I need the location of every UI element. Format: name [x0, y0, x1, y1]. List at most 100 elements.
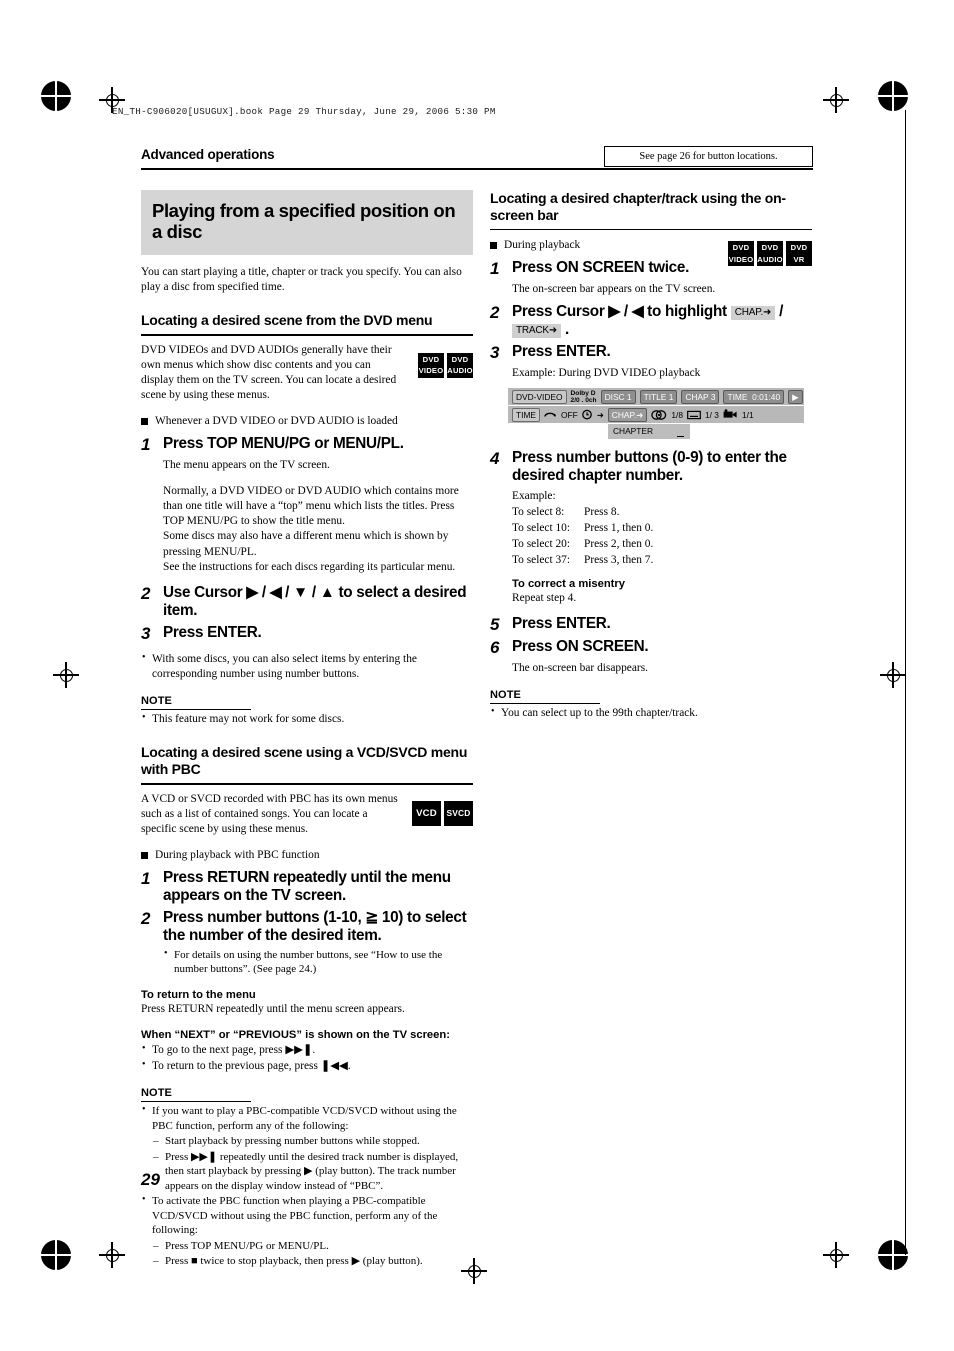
onscreen-bar-row-2: TIME OFF ➜ CHAP.➜ 1/8 1/ 3 1/1 — [508, 406, 804, 424]
step-1-body: The menu appears on the TV screen. — [163, 458, 330, 471]
repeat-state-label: OFF — [561, 409, 578, 420]
subheading-return-to-menu-text: Press RETURN repeatedly until the menu s… — [141, 1003, 405, 1015]
step-1-pbc: 1 Press RETURN repeatedly until the menu… — [141, 869, 473, 904]
time-cell[interactable]: TIME 0:01:40 — [723, 389, 785, 404]
step-text: Press ENTER. — [512, 343, 611, 361]
note-list-1: This feature may not work for some discs… — [141, 711, 473, 727]
list-subitem: Start playback by pressing number button… — [141, 1134, 473, 1149]
note-label-1: NOTE — [141, 695, 172, 708]
angle-icon — [723, 409, 738, 420]
section-heading-dvd-menu: Locating a desired scene from the DVD me… — [141, 312, 433, 329]
repeat-icon — [544, 410, 557, 420]
section1-bullet-list: With some discs, you can also select ite… — [141, 651, 473, 682]
onscreen-bar-figure: DVD-VIDEO Dolby D 2/0 . 0ch DISC 1 TITLE… — [508, 388, 804, 440]
trim-line-right — [905, 110, 907, 1255]
title-number-cell[interactable]: TITLE 1 — [639, 389, 678, 404]
step-3-body: Example: During DVD VIDEO playback — [512, 367, 701, 380]
disc-badges-vcd: VCD SVCD — [412, 800, 473, 826]
step-6-body: The on-screen bar disappears. — [512, 662, 648, 675]
registration-mark-bottom-right — [871, 1233, 915, 1277]
subheading-correct-misentry: To correct a misentry — [512, 577, 625, 590]
badge-dvd-vr: DVD VR — [786, 241, 812, 267]
angle-value: 1/1 — [741, 409, 754, 420]
step-2-onscreen: 2 Press Cursor ▶ / ◀ to highlight CHAP.➜… — [490, 303, 812, 338]
step-4-example-table: To select 8: Press 8. To select 10: Press … — [512, 504, 812, 569]
disc-number-cell[interactable]: DISC 1 — [600, 389, 636, 404]
play-arrow-icon: ▶ — [788, 389, 803, 404]
step-text: Press TOP MENU/PG or MENU/PL. — [163, 435, 404, 453]
square-bullet-icon — [141, 418, 148, 426]
audio-format-label: Dolby D 2/0 . 0ch — [570, 389, 597, 404]
step-number: 1 — [490, 259, 500, 279]
badge-vcd: VCD — [412, 800, 441, 826]
step-3-dvd-menu: 3 Press ENTER. — [141, 624, 473, 644]
registration-mark-top-right — [871, 74, 915, 118]
running-head: Advanced operations — [141, 147, 275, 162]
condition-line-2: During playback with PBC function — [141, 848, 473, 863]
list-item: To go to the next page, press ▶▶❚. — [141, 1042, 473, 1058]
correct-misentry-text: Repeat step 4. — [512, 591, 577, 604]
crop-mark-bottom-right — [823, 1242, 849, 1268]
list-subitem: Press TOP MENU/PG or MENU/PL. — [141, 1239, 473, 1254]
step-3-onscreen: 3 Press ENTER. — [490, 343, 812, 363]
clock-icon — [581, 409, 593, 420]
list-item: For details on using the number buttons,… — [163, 947, 473, 977]
step-number: 5 — [490, 614, 500, 634]
step-number: 1 — [141, 435, 151, 455]
next-previous-list: To go to the next page, press ▶▶❚. To re… — [141, 1042, 473, 1074]
badge-dvd-video: DVD VIDEO — [418, 352, 444, 378]
list-item: To activate the PBC function when playin… — [141, 1193, 473, 1238]
step-2-pbc: 2 Press number buttons (1-10, ≧ 10) to s… — [141, 909, 473, 944]
step-2-pbc-bullets: For details on using the number buttons,… — [163, 947, 473, 977]
step-text: Use Cursor ▶ / ◀ / ▼ / ▲ to select a des… — [163, 583, 467, 619]
note-rule — [141, 1100, 251, 1103]
crop-mark-top-right — [823, 87, 849, 113]
step-number: 3 — [141, 624, 151, 644]
list-item: If you want to play a PBC-compatible VCD… — [141, 1103, 473, 1133]
step-text: Press Cursor ▶ / ◀ to highlight CHAP.➜ /… — [512, 303, 812, 338]
subtitle-value: 1/ 3 — [704, 409, 719, 420]
crop-mark-right-middle — [880, 662, 906, 688]
step-4-example-label: Example: — [512, 489, 556, 502]
chapter-number-cell[interactable]: CHAP 3 — [681, 389, 720, 404]
condition-line-1: Whenever a DVD VIDEO or DVD AUDIO is loa… — [141, 414, 473, 429]
track-key-tag: TRACK➜ — [512, 323, 562, 338]
step-1-dvd-menu: 1 Press TOP MENU/PG or MENU/PL. — [141, 435, 473, 455]
step-5-onscreen: 5 Press ENTER. — [490, 615, 812, 635]
section-heading-onscreen-bar: Locating a desired chapter/track using t… — [490, 190, 786, 223]
disc-badges-dvd: DVD VIDEO DVD AUDIO — [418, 352, 473, 378]
badge-dvd-audio: DVD AUDIO — [757, 241, 783, 267]
note-list-2: If you want to play a PBC-compatible VCD… — [141, 1103, 473, 1269]
chap-highlight-cell[interactable]: CHAP.➜ — [607, 407, 648, 422]
step-text: Press ON SCREEN. — [512, 638, 649, 656]
step-text: Press number buttons (0-9) to enter the … — [512, 449, 787, 484]
time-mode-cell[interactable]: TIME — [512, 407, 541, 422]
subtitle-icon — [687, 409, 701, 420]
text-cursor — [677, 435, 684, 438]
onscreen-bar-row-1: DVD-VIDEO Dolby D 2/0 . 0ch DISC 1 TITLE… — [508, 388, 804, 406]
step-number: 2 — [141, 909, 151, 929]
crop-mark-bottom-left — [99, 1242, 125, 1268]
step-number: 4 — [490, 449, 500, 469]
registration-mark-top-left — [34, 74, 78, 118]
disc-badges-onscreen: DVD VIDEO DVD AUDIO DVD VR — [728, 241, 812, 267]
section1-paragraph: DVD VIDEOs and DVD AUDIOs generally have… — [141, 343, 397, 402]
step-text: Press ENTER. — [512, 614, 611, 632]
step-text: Press RETURN repeatedly until the menu a… — [163, 868, 451, 904]
section-heading-vcd-pbc: Locating a desired scene using a VCD/SVC… — [141, 744, 468, 778]
table-row: To select 37: Press 3, then 7. — [512, 554, 654, 567]
step-6-onscreen: 6 Press ON SCREEN. — [490, 638, 812, 658]
right-column: Locating a desired chapter/track using t… — [490, 190, 812, 721]
square-bullet-icon — [490, 242, 497, 250]
step-4-onscreen: 4 Press number buttons (0-9) to enter th… — [490, 449, 812, 484]
registration-mark-bottom-left — [34, 1233, 78, 1277]
disc-type-cell: DVD-VIDEO — [512, 389, 567, 404]
header-rule — [141, 168, 813, 171]
step-2-dvd-menu: 2 Use Cursor ▶ / ◀ / ▼ / ▲ to select a d… — [141, 584, 473, 619]
section-rule — [141, 782, 473, 785]
intro-paragraph: You can start playing a title, chapter o… — [141, 265, 462, 294]
left-column: Playing from a specified position on a d… — [141, 190, 473, 1269]
chapter-entry-field[interactable]: CHAPTER — [608, 424, 690, 440]
step-number: 2 — [141, 583, 151, 603]
step-2-text-a: Press Cursor ▶ / ◀ to highlight — [512, 302, 731, 320]
